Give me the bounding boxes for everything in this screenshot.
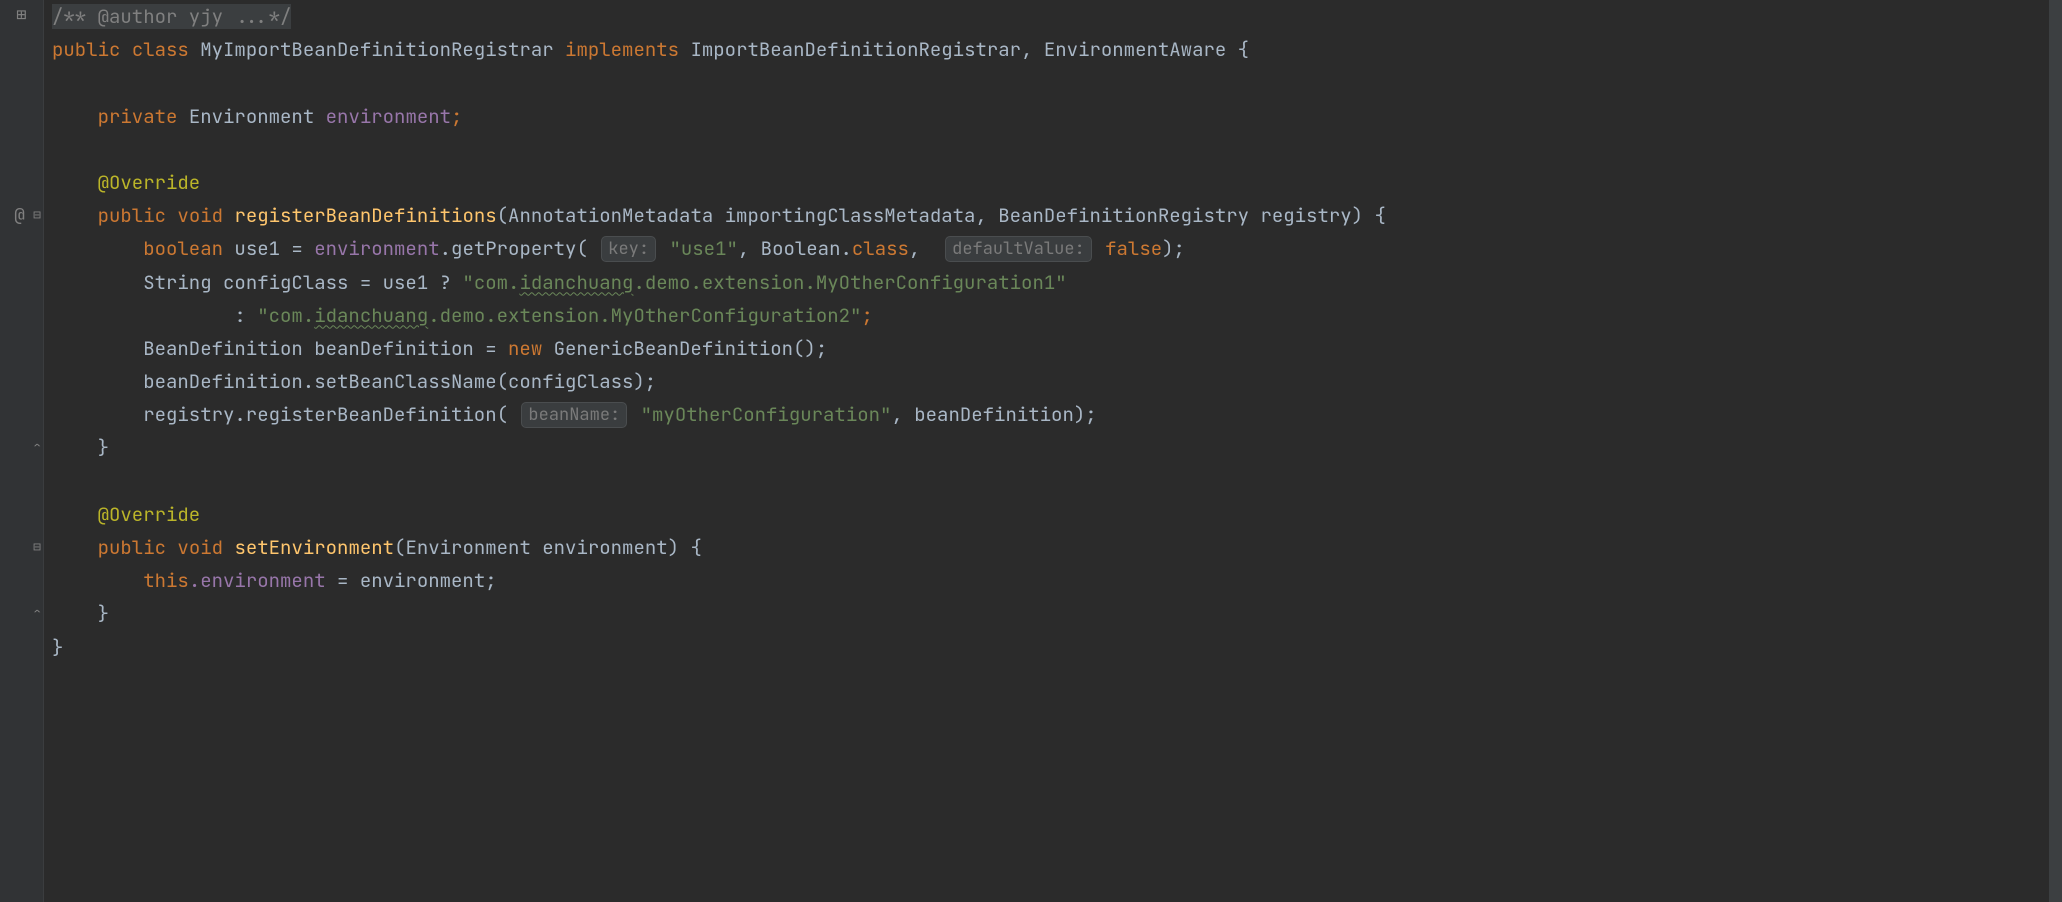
- class-name: MyImportBeanDefinitionRegistrar: [200, 37, 553, 62]
- code-editor: ⊞ @ ⊟ ⌃ ⊟ ⌃ /** @author yjy ...*/ public…: [0, 0, 2062, 902]
- keyword: class: [132, 37, 189, 62]
- fold-end-icon[interactable]: ⌃: [33, 438, 41, 455]
- field: .environment: [189, 568, 326, 593]
- text: registry.registerBeanDefinition(: [143, 402, 508, 427]
- fold-collapse-icon[interactable]: ⊟: [33, 538, 41, 555]
- blank-line[interactable]: [44, 465, 2048, 498]
- text: configClass = use1 ?: [223, 270, 462, 295]
- code-area[interactable]: /** @author yjy ...*/ public class MyImp…: [44, 0, 2048, 902]
- code-line[interactable]: }: [44, 597, 2048, 630]
- annotation: @Override: [98, 170, 201, 195]
- string: .demo.extension.MyOtherConfiguration1": [633, 270, 1066, 295]
- string: "myOtherConfiguration": [629, 402, 891, 427]
- fold-end-icon[interactable]: ⌃: [33, 604, 41, 621]
- text: beanDefinition.setBeanClassName(configCl…: [143, 369, 656, 394]
- text: GenericBeanDefinition();: [542, 336, 827, 361]
- keyword: public: [98, 203, 166, 228]
- keyword: public: [52, 37, 120, 62]
- brace: }: [52, 635, 63, 660]
- keyword: this: [143, 568, 189, 593]
- code-line[interactable]: this.environment = environment;: [44, 564, 2048, 597]
- string: "com.: [462, 270, 519, 295]
- code-line[interactable]: public void setEnvironment(Environment e…: [44, 531, 2048, 564]
- type: String: [143, 270, 211, 295]
- text: use1 =: [234, 236, 314, 261]
- text: ,: [909, 236, 932, 261]
- code-line[interactable]: String configClass = use1 ? "com.idanchu…: [44, 266, 2048, 299]
- fold-collapse-icon[interactable]: ⊟: [33, 206, 41, 223]
- text: :: [234, 303, 257, 328]
- punct: ;: [861, 303, 872, 328]
- param-hint-default: defaultValue:: [945, 236, 1092, 262]
- string-typo: idanchuang: [519, 270, 633, 295]
- keyword: implements: [565, 37, 679, 62]
- param-hint-beanname: beanName:: [521, 402, 627, 428]
- iface-list: ImportBeanDefinitionRegistrar, Environme…: [690, 37, 1249, 62]
- code-line[interactable]: private Environment environment;: [44, 100, 2048, 133]
- keyword: public: [98, 535, 166, 560]
- text: , Boolean.: [738, 236, 852, 261]
- code-line[interactable]: boolean use1 = environment.getProperty( …: [44, 232, 2048, 265]
- keyword: private: [98, 104, 178, 129]
- keyword: boolean: [143, 236, 223, 261]
- right-stripe-bar[interactable]: [2048, 0, 2062, 902]
- string: .demo.extension.MyOtherConfiguration2": [428, 303, 861, 328]
- brace: }: [98, 435, 109, 460]
- doc-comment: /** @author yjy ...*/: [52, 4, 291, 29]
- text: .getProperty(: [440, 236, 588, 261]
- method-name: setEnvironment: [234, 535, 394, 560]
- annotation: @Override: [98, 502, 201, 527]
- code-line[interactable]: public class MyImportBeanDefinitionRegis…: [44, 33, 2048, 66]
- code-line[interactable]: /** @author yjy ...*/: [44, 0, 2048, 33]
- brace: }: [98, 601, 109, 626]
- keyword: void: [177, 203, 223, 228]
- keyword: new: [508, 336, 542, 361]
- keyword: void: [177, 535, 223, 560]
- text: BeanDefinition beanDefinition =: [143, 336, 508, 361]
- code-line[interactable]: BeanDefinition beanDefinition = new Gene…: [44, 332, 2048, 365]
- code-line[interactable]: }: [44, 631, 2048, 664]
- code-line[interactable]: beanDefinition.setBeanClassName(configCl…: [44, 365, 2048, 398]
- code-line[interactable]: public void registerBeanDefinitions(Anno…: [44, 199, 2048, 232]
- field: environment: [326, 104, 451, 129]
- code-line[interactable]: : "com.idanchuang.demo.extension.MyOther…: [44, 299, 2048, 332]
- text: );: [1162, 236, 1185, 261]
- code-line[interactable]: @Override: [44, 166, 2048, 199]
- param-hint-key: key:: [601, 236, 656, 262]
- type: Environment: [189, 104, 314, 129]
- text: , beanDefinition);: [891, 402, 1096, 427]
- string-typo: idanchuang: [314, 303, 428, 328]
- blank-line[interactable]: [44, 133, 2048, 166]
- keyword: class: [852, 236, 909, 261]
- method-name: registerBeanDefinitions: [234, 203, 496, 228]
- params: (Environment environment) {: [394, 535, 702, 560]
- params: (AnnotationMetadata importingClassMetada…: [497, 203, 1386, 228]
- string: "use1": [658, 236, 738, 261]
- punct: ;: [451, 104, 462, 129]
- gutter: ⊞ @ ⊟ ⌃ ⊟ ⌃: [0, 0, 44, 902]
- code-line[interactable]: @Override: [44, 498, 2048, 531]
- code-line[interactable]: registry.registerBeanDefinition( beanNam…: [44, 398, 2048, 431]
- keyword: false: [1094, 236, 1162, 261]
- code-line[interactable]: }: [44, 431, 2048, 464]
- text: = environment;: [326, 568, 497, 593]
- fold-expand-icon[interactable]: ⊞: [4, 4, 39, 26]
- blank-line[interactable]: [44, 66, 2048, 99]
- field: environment: [314, 236, 439, 261]
- string: "com.: [257, 303, 314, 328]
